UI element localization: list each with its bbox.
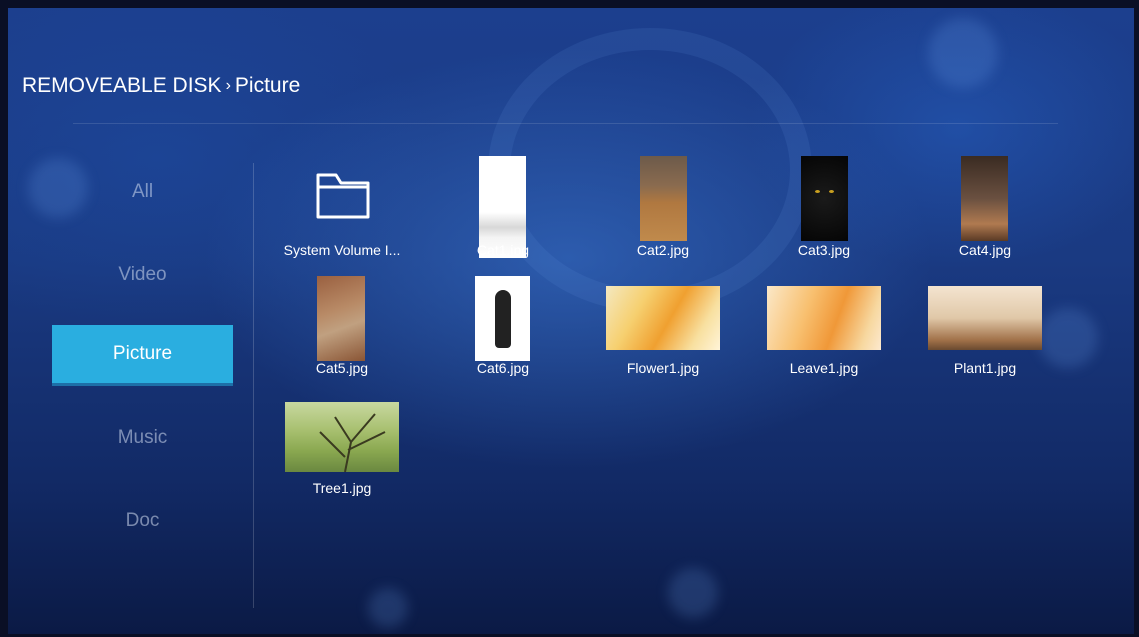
leave1-thumbnail [767, 286, 881, 350]
plant1-thumbnail [928, 286, 1042, 350]
breadcrumb-current: Picture [234, 74, 301, 97]
file-name: Cat1.jpg [476, 242, 530, 258]
sidebar-item-picture[interactable]: Picture [52, 325, 233, 383]
sidebar-item-video[interactable]: Video [52, 246, 233, 304]
bokeh-light [668, 568, 718, 618]
tree1-thumbnail [285, 402, 399, 472]
folder-icon [316, 173, 370, 219]
file-name: Cat5.jpg [315, 360, 369, 376]
file-tile-cat4[interactable]: Cat4.jpg [910, 156, 1060, 261]
file-name: Cat4.jpg [958, 242, 1012, 258]
file-tile-tree1[interactable]: Tree1.jpg [267, 402, 417, 497]
cat6-thumbnail [475, 276, 530, 361]
bokeh-light [368, 588, 408, 628]
sidebar-item-doc[interactable]: Doc [52, 492, 233, 550]
file-tile-cat5[interactable]: Cat5.jpg [267, 276, 417, 381]
file-tile-leave1[interactable]: Leave1.jpg [749, 286, 899, 381]
flower1-thumbnail [606, 286, 720, 350]
cat-silhouette [495, 290, 511, 348]
file-tile-cat2[interactable]: Cat2.jpg [588, 156, 738, 261]
cat4-thumbnail [961, 156, 1008, 241]
file-tile-system-volume[interactable]: System Volume I... [267, 156, 417, 261]
file-name: Cat6.jpg [476, 360, 530, 376]
media-browser-screen: REMOVEABLE DISK › Picture All Video Pictur… [8, 8, 1134, 634]
file-name: Cat2.jpg [636, 242, 690, 258]
file-tile-flower1[interactable]: Flower1.jpg [588, 286, 738, 381]
file-name: System Volume I... [283, 242, 401, 258]
header-divider [73, 123, 1058, 124]
breadcrumb-root[interactable]: REMOVEABLE DISK [22, 74, 222, 97]
file-name: Flower1.jpg [626, 360, 700, 376]
file-tile-cat6[interactable]: Cat6.jpg [428, 276, 578, 381]
cat-eye [815, 190, 820, 193]
breadcrumb-separator-icon: › [225, 77, 231, 94]
file-name: Cat3.jpg [797, 242, 851, 258]
cat3-thumbnail [801, 156, 848, 241]
file-name: Tree1.jpg [312, 480, 372, 496]
tree-branches [319, 413, 386, 472]
file-name: Plant1.jpg [953, 360, 1017, 376]
file-tile-cat1[interactable]: Cat1.jpg [428, 156, 578, 261]
breadcrumb: REMOVEABLE DISK › Picture [22, 74, 300, 98]
sidebar-item-all[interactable]: All [52, 163, 233, 221]
cat-eye [829, 190, 834, 193]
file-tile-plant1[interactable]: Plant1.jpg [910, 286, 1060, 381]
bokeh-light [928, 18, 998, 88]
sidebar-divider [253, 163, 254, 608]
cat5-thumbnail [317, 276, 365, 361]
file-name: Leave1.jpg [789, 360, 859, 376]
file-tile-cat3[interactable]: Cat3.jpg [749, 156, 899, 261]
cat2-thumbnail [640, 156, 687, 241]
sidebar-item-music[interactable]: Music [52, 409, 233, 467]
